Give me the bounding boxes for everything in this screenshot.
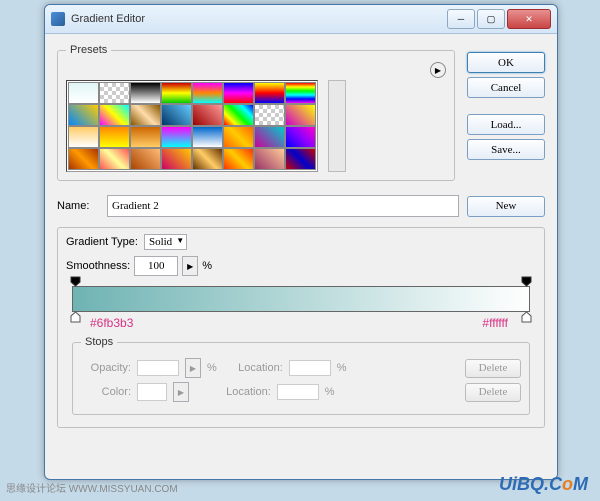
hex-label-right: #ffffff (482, 316, 508, 330)
gradient-type-label: Gradient Type: (66, 236, 138, 248)
delete-opacity-button[interactable]: Delete (465, 359, 521, 378)
cancel-button[interactable]: Cancel (467, 77, 545, 98)
stops-legend: Stops (81, 336, 117, 348)
preset-swatch[interactable] (161, 148, 192, 170)
preset-swatch[interactable] (68, 126, 99, 148)
location-input-2[interactable] (277, 384, 319, 400)
close-button[interactable]: ✕ (507, 9, 551, 29)
maximize-button[interactable]: ▢ (477, 9, 505, 29)
opacity-stepper[interactable]: ▶ (185, 358, 201, 378)
color-stop-left[interactable] (70, 311, 81, 323)
preset-swatch[interactable] (161, 126, 192, 148)
minimize-button[interactable]: ─ (447, 9, 475, 29)
opacity-input[interactable] (137, 360, 179, 376)
preset-swatch[interactable] (161, 82, 192, 104)
load-button[interactable]: Load... (467, 114, 545, 135)
opacity-stop-left[interactable] (70, 276, 81, 287)
presets-legend: Presets (66, 44, 111, 56)
preset-swatch[interactable] (254, 148, 285, 170)
delete-color-button[interactable]: Delete (465, 383, 521, 402)
color-label: Color: (81, 386, 131, 398)
location-label-1: Location: (233, 362, 283, 374)
preset-swatch[interactable] (130, 148, 161, 170)
preset-swatch[interactable] (223, 104, 254, 126)
color-swatch[interactable] (137, 383, 167, 401)
presets-fieldset: Presets ▶ (57, 44, 455, 181)
gradient-bar-wrap: #6fb3b3 #ffffff (72, 286, 530, 312)
preset-swatch[interactable] (254, 126, 285, 148)
color-picker-icon[interactable]: ▶ (173, 382, 189, 402)
smoothness-label: Smoothness: (66, 260, 130, 272)
gradient-editor-window: Gradient Editor ─ ▢ ✕ Presets ▶ OK Cance… (44, 4, 558, 480)
watermark-cn: 思缘设计论坛 WWW.MISSYUAN.COM (6, 480, 178, 495)
preset-swatch[interactable] (68, 82, 99, 104)
presets-menu-icon[interactable]: ▶ (430, 62, 446, 78)
preset-swatch[interactable] (130, 82, 161, 104)
preset-swatch[interactable] (130, 126, 161, 148)
preset-swatch[interactable] (99, 126, 130, 148)
opacity-label: Opacity: (81, 362, 131, 374)
preset-swatch[interactable] (285, 148, 316, 170)
name-input[interactable] (107, 195, 459, 217)
preset-swatch[interactable] (99, 104, 130, 126)
preset-grid (66, 80, 318, 172)
smoothness-unit: % (202, 260, 212, 272)
preset-swatch[interactable] (254, 104, 285, 126)
preset-swatch[interactable] (223, 126, 254, 148)
opacity-stop-right[interactable] (521, 276, 532, 287)
color-stop-right[interactable] (521, 311, 532, 323)
smoothness-stepper[interactable]: ▶ (182, 256, 198, 276)
location-label-2: Location: (221, 386, 271, 398)
preset-swatch[interactable] (130, 104, 161, 126)
preset-swatch[interactable] (192, 148, 223, 170)
preset-swatch[interactable] (192, 126, 223, 148)
titlebar[interactable]: Gradient Editor ─ ▢ ✕ (45, 5, 557, 34)
gradient-settings-fieldset: Gradient Type: Solid Smoothness: ▶ % (57, 227, 545, 428)
preset-swatch[interactable] (285, 126, 316, 148)
preset-swatch[interactable] (161, 104, 192, 126)
smoothness-input[interactable] (134, 256, 178, 276)
stops-fieldset: Stops Opacity: ▶ % Location: % Delete Co… (72, 336, 530, 415)
name-label: Name: (57, 200, 99, 212)
presets-scrollbar[interactable] (328, 80, 346, 172)
gradient-type-select[interactable]: Solid (144, 234, 187, 250)
preset-swatch[interactable] (285, 104, 316, 126)
preset-swatch[interactable] (254, 82, 285, 104)
preset-swatch[interactable] (68, 148, 99, 170)
preset-swatch[interactable] (223, 148, 254, 170)
preset-swatch[interactable] (68, 104, 99, 126)
preset-swatch[interactable] (192, 104, 223, 126)
window-title: Gradient Editor (71, 13, 447, 25)
location-input-1[interactable] (289, 360, 331, 376)
preset-swatch[interactable] (285, 82, 316, 104)
new-button[interactable]: New (467, 196, 545, 217)
save-button[interactable]: Save... (467, 139, 545, 160)
app-icon (51, 12, 65, 26)
watermark-logo: UiBQ.CoM (499, 474, 588, 495)
preset-swatch[interactable] (223, 82, 254, 104)
preset-swatch[interactable] (192, 82, 223, 104)
gradient-bar[interactable] (72, 286, 530, 312)
preset-swatch[interactable] (99, 148, 130, 170)
hex-label-left: #6fb3b3 (90, 316, 133, 330)
ok-button[interactable]: OK (467, 52, 545, 73)
preset-swatch[interactable] (99, 82, 130, 104)
